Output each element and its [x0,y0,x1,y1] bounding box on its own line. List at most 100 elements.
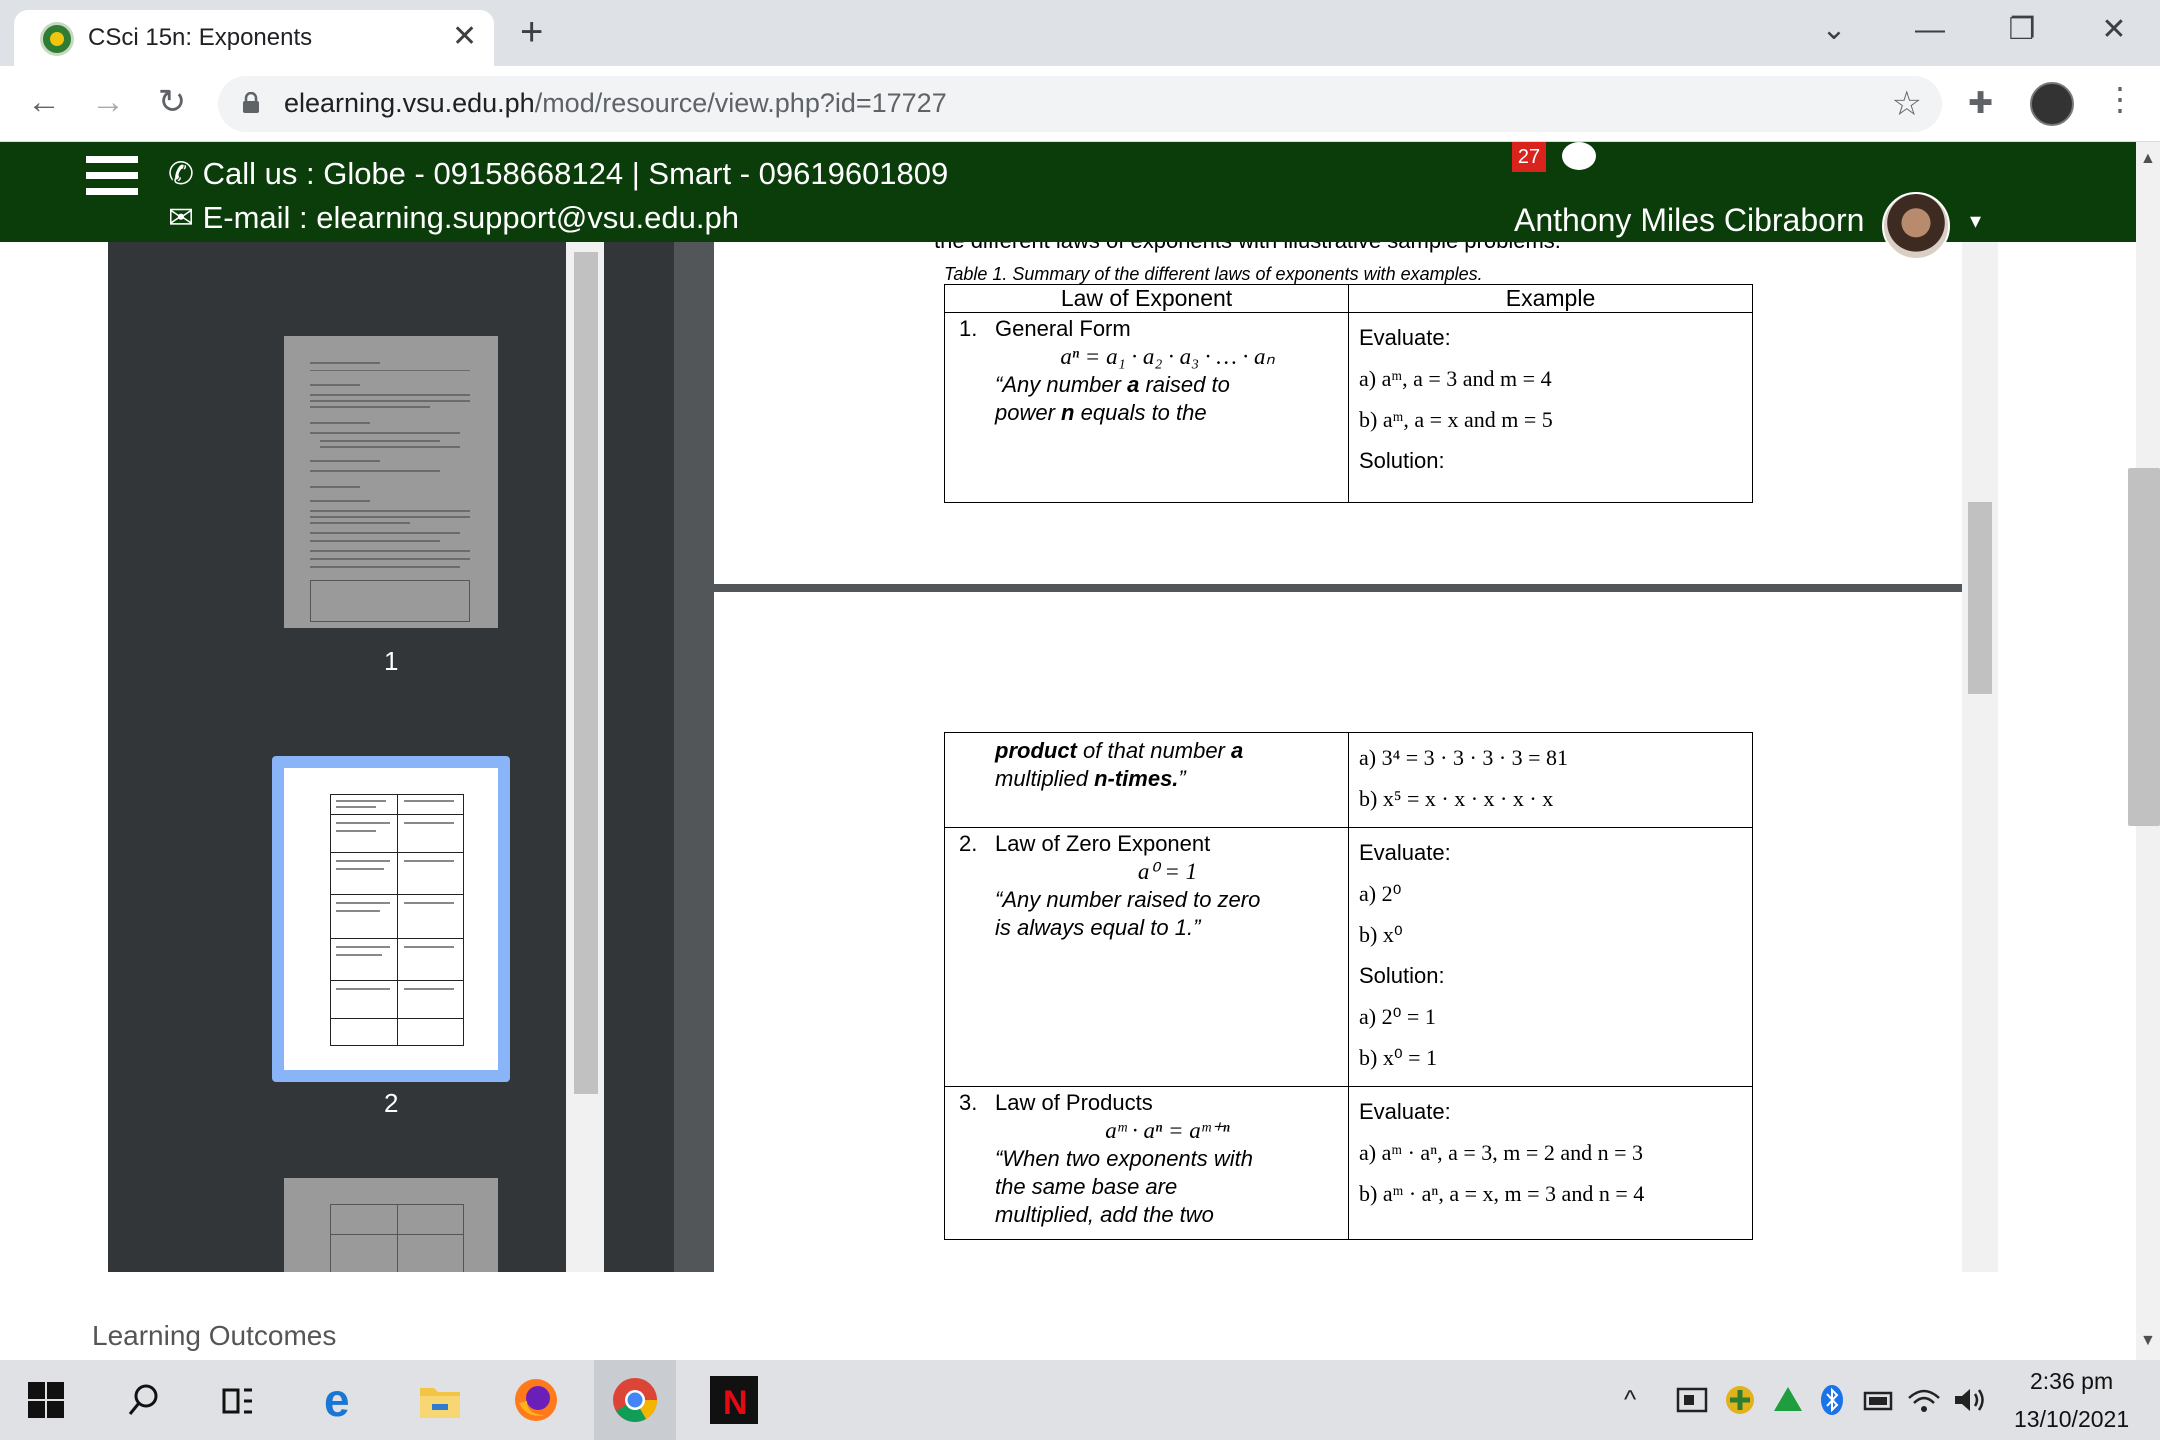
email-text: E-mail : elearning.support@vsu.edu.ph [202,200,739,235]
table-row: 3. Law of Products aᵐ · aⁿ = aᵐ⁺ⁿ “When t… [944,1086,1753,1240]
law-number: 3. [959,1090,978,1115]
browser-tab-strip: CSci 15n: Exponents ✕ + ⌄ — ❐ ✕ [0,0,2160,66]
lock-icon [243,92,259,113]
browser-toolbar: ← → ↻ elearning.vsu.edu.ph/mod/resource/… [0,66,2160,142]
thumbnail-page-3[interactable] [284,1178,498,1272]
browser-tab[interactable]: CSci 15n: Exponents ✕ [14,10,494,66]
example-evaluate: Evaluate: [1359,1099,1451,1124]
svg-text:e: e [324,1378,350,1422]
netflix-icon[interactable]: N [708,1374,760,1426]
law-name: Law of Products [995,1090,1153,1115]
column-header-law: Law of Exponent [944,284,1349,313]
law-quote: “When two exponents with [995,1146,1254,1171]
contact-phone: ✆ Call us : Globe - 09158668124 | Smart … [168,156,948,192]
notification-count-badge[interactable]: 27 [1512,142,1546,172]
laws-table-part2: product of that number a multiplied n-ti… [944,732,1753,1240]
windows-start-icon[interactable] [20,1374,72,1426]
scroll-up-arrow-icon[interactable]: ▲ [2140,150,2156,168]
restore-button[interactable]: ❐ [1992,8,2052,52]
battery-charging-icon[interactable] [1852,1374,1904,1426]
example-b: b) aᵐ · aⁿ, a = x, m = 3 and n = 4 [1359,1181,1645,1206]
user-name[interactable]: Anthony Miles Cibraborn [1514,202,1864,239]
pdf-document-area: the different laws of exponents with ill… [674,242,1998,1272]
thumbnail-page-2-selected[interactable] [272,756,510,1082]
thumbnail-page-1[interactable] [284,336,498,628]
address-bar[interactable]: elearning.vsu.edu.ph/mod/resource/view.p… [218,76,1942,132]
example-b: b) x⁰ [1359,922,1403,947]
law-quote: is always equal to 1.” [995,915,1201,940]
bookmark-star-icon[interactable]: ☆ [1892,84,1922,124]
profile-avatar[interactable] [2030,82,2074,126]
bluetooth-icon[interactable] [1806,1374,1858,1426]
vsu-favicon-icon [40,22,74,56]
tab-close-icon[interactable]: ✕ [452,20,477,54]
file-explorer-icon[interactable] [414,1374,466,1426]
thumbnail-page-2 [284,768,498,1070]
page-scrollbar-thumb[interactable] [2128,468,2160,826]
table-row: 1. General Form aⁿ = a₁ · a₂ · a₃ · … · a… [944,312,1753,503]
search-icon[interactable] [118,1374,170,1426]
back-button[interactable]: ← [22,80,66,124]
url-text: elearning.vsu.edu.ph/mod/resource/view.p… [284,88,947,119]
law-quote: “Any number a raised to [995,372,1230,397]
volume-icon[interactable] [1944,1374,1996,1426]
law-number: 1. [959,316,978,341]
forward-button[interactable]: → [86,80,130,124]
example-answer-b: b) x⁰ = 1 [1359,1045,1438,1070]
browser-menu-icon[interactable]: ⋮ [2104,80,2136,118]
task-view-icon[interactable] [212,1374,264,1426]
tray-security-icon[interactable] [1714,1374,1766,1426]
new-tab-button[interactable]: + [520,12,543,52]
laws-table-part1: Law of Exponent Example 1. General Form a… [944,284,1753,503]
phone-icon: ✆ [168,156,194,191]
law-formula: aᵐ · aⁿ = aᵐ⁺ⁿ [1105,1118,1230,1143]
chrome-icon[interactable] [609,1374,661,1426]
mail-icon: ✉ [168,200,194,235]
thumbnail-page-number: 2 [384,1088,399,1118]
tray-clipboard-icon[interactable] [1666,1374,1718,1426]
close-window-button[interactable]: ✕ [2084,8,2144,52]
law-quote: the same base are [995,1174,1178,1199]
svg-text:N: N [723,1384,748,1422]
chat-bubble-icon[interactable] [1562,142,1596,170]
contact-email: ✉ E-mail : elearning.support@vsu.edu.ph [168,200,739,236]
example-a: a) aᵐ, a = 3 and m = 4 [1359,366,1552,391]
wifi-icon[interactable] [1898,1374,1950,1426]
document-scrollbar[interactable] [1962,242,1998,1272]
reload-button[interactable]: ↻ [150,80,194,124]
example-a: a) aᵐ · aⁿ, a = 3, m = 2 and n = 3 [1359,1140,1643,1165]
pdf-page-1: the different laws of exponents with ill… [714,242,1976,584]
extensions-puzzle-icon[interactable]: ✚ [1968,86,1993,121]
clock-time[interactable]: 2:36 pm [2030,1368,2113,1395]
site-header: ✆ Call us : Globe - 09158668124 | Smart … [0,142,2136,260]
user-avatar[interactable] [1882,192,1950,260]
law-quote: multiplied, add the two [995,1202,1214,1227]
law-number: 2. [959,831,978,856]
thumbnail-page-number: 1 [384,646,399,676]
table-row: 2. Law of Zero Exponent a⁰ = 1 “Any numbe… [944,827,1753,1087]
law-name: Law of Zero Exponent [995,831,1211,856]
tray-overflow-caret-icon[interactable]: ^ [1624,1384,1636,1415]
tab-title: CSci 15n: Exponents [88,24,313,51]
hamburger-menu-icon[interactable] [86,156,138,196]
document-scrollbar-thumb[interactable] [1968,502,1992,694]
example-answer-b: b) x⁵ = x · x · x · x · x [1359,786,1554,811]
example-evaluate: Evaluate: [1359,325,1451,350]
law-formula: aⁿ = a₁ · a₂ · a₃ · … · aₙ [1060,344,1275,369]
clock-date[interactable]: 13/10/2021 [2014,1406,2129,1433]
scroll-down-arrow-icon[interactable]: ▼ [2140,1332,2156,1350]
example-a: a) 2⁰ [1359,881,1402,906]
user-menu-caret-icon[interactable]: ▾ [1970,208,1981,234]
law-quote: power n equals to the [995,400,1207,425]
edge-browser-icon[interactable]: e [316,1374,368,1426]
law-name: General Form [995,316,1131,341]
thumbnail-scrollbar-thumb[interactable] [574,252,598,1094]
windows-taskbar: e N ^ 2:36 pm 13/10/2021 [0,1360,2160,1440]
tab-search-icon[interactable]: ⌄ [1804,8,1864,52]
law-quote-cont: product of that number a [995,738,1244,763]
example-solution: Solution: [1359,448,1445,473]
firefox-icon[interactable] [510,1374,562,1426]
minimize-button[interactable]: — [1900,8,1960,52]
thumbnail-scrollbar[interactable] [566,242,604,1272]
pdf-viewer: 1 2 Table 1. Summary of the different la… [0,142,2136,1272]
